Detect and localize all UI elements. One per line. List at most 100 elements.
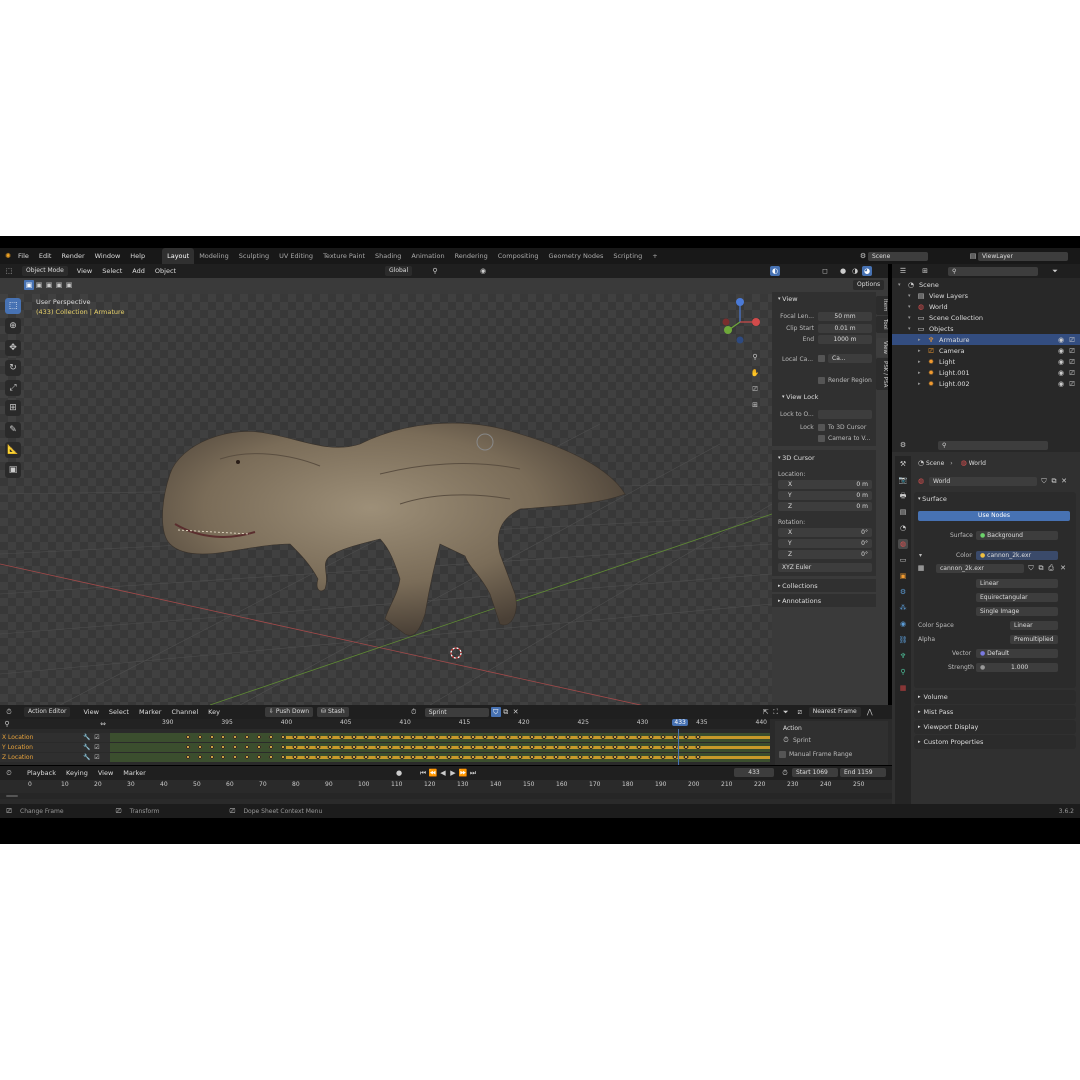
prev-keyframe-icon[interactable]: ⏪ [428, 768, 438, 778]
menu-file[interactable]: File [13, 248, 34, 264]
collection-tab-icon[interactable]: ▭ [898, 555, 908, 565]
expand-arrow-icon[interactable]: ▸ [918, 348, 926, 354]
cursor-location-x-field[interactable]: X 0 m [778, 480, 872, 489]
expand-arrow-icon[interactable]: ▸ [918, 381, 926, 387]
display-mode-icon[interactable]: ⊞ [920, 266, 930, 276]
sidebar-tab-tool[interactable]: Tool [876, 316, 888, 333]
timeline-ruler[interactable]: 0 10 20 30 40 50 60 70 80 90 100 110 120 130 140 150 160… [0, 781, 892, 791]
expand-arrow-icon[interactable]: ▸ [918, 370, 926, 376]
only-selected-icon[interactable]: ⇱ [761, 707, 771, 717]
expand-arrow-icon[interactable]: ▾ [908, 304, 916, 310]
tab-modeling[interactable]: Modeling [194, 248, 234, 264]
action-browse-icon[interactable]: ⏱ [409, 707, 419, 717]
channel-mute-checkbox-icon[interactable]: ☑ [92, 733, 102, 743]
channel-mute-checkbox-icon[interactable]: ☑ [92, 743, 102, 753]
keyframe[interactable] [196, 754, 203, 760]
expand-arrow-icon[interactable]: ▾ [908, 315, 916, 321]
keyframe[interactable] [196, 734, 203, 740]
viewport-area[interactable]: ⬚ Object Mode View Select Add Object Global… [0, 264, 888, 705]
render-region-checkbox[interactable] [818, 377, 825, 384]
scene-selector[interactable]: ⚙ Scene [858, 251, 928, 261]
outliner-item-objects[interactable]: ▾ ▭ Objects [892, 323, 1080, 334]
action-name-field[interactable]: Sprint [424, 707, 489, 717]
start-frame-field[interactable]: Start 1069 [792, 768, 838, 777]
image-open-icon[interactable]: ⎙ [1046, 563, 1056, 573]
show-hidden-icon[interactable]: ⛶ [771, 707, 781, 717]
keyframe[interactable] [232, 744, 239, 750]
action-unlink-icon[interactable]: ✕ [511, 707, 521, 717]
menu-help[interactable]: Help [125, 248, 150, 264]
scene-tab-icon[interactable]: ◔ [898, 523, 908, 533]
output-tab-icon[interactable]: 🖶 [898, 491, 908, 501]
menu-window[interactable]: Window [90, 248, 126, 264]
dopesheet-menu-key[interactable]: Key [203, 704, 225, 720]
outliner-item-light[interactable]: ▸ ✹ Light ◉ ⎚ [892, 356, 1080, 367]
constraints-tab-icon[interactable]: ⛓ [898, 635, 908, 645]
section-volume[interactable]: ▸ Volume [914, 690, 1076, 704]
overlay-icon[interactable]: ◐ [770, 266, 780, 276]
world-tab-icon[interactable]: ◍ [898, 539, 908, 549]
fcurve-modifier-icon[interactable]: 🔧 [82, 753, 92, 763]
tab-rendering[interactable]: Rendering [450, 248, 493, 264]
timeline-menu-keying[interactable]: Keying [61, 765, 93, 781]
preview-range-icon[interactable]: ⏱ [780, 768, 790, 778]
viewport-canvas[interactable] [0, 294, 772, 705]
tab-scripting[interactable]: Scripting [608, 248, 647, 264]
render-camera-icon[interactable]: ⎚ [1067, 379, 1077, 389]
timeline-editor-icon[interactable]: ⏲ [4, 768, 14, 778]
transform-tool-icon[interactable]: ⊞ [5, 400, 21, 416]
cursor-rotation-z-field[interactable]: Z 0° [778, 550, 872, 559]
collections-section[interactable]: ▸ Collections [772, 579, 876, 592]
unlink-icon[interactable]: ✕ [1059, 476, 1069, 486]
expand-arrow-icon[interactable]: ▾ [908, 293, 916, 299]
next-keyframe-icon[interactable]: ⏩ [458, 768, 468, 778]
material-shading-icon[interactable]: ◑ [850, 266, 860, 276]
keyframe[interactable] [268, 754, 274, 760]
cursor-header[interactable]: ▾ 3D Cursor [778, 454, 815, 462]
jump-end-icon[interactable]: ⏭ [468, 768, 478, 778]
keyframe[interactable] [208, 734, 215, 740]
timeline-scrollbar[interactable] [0, 793, 892, 799]
keyframe[interactable] [256, 744, 262, 750]
modifier-tab-icon[interactable]: ⚙ [898, 587, 908, 597]
tab-layout[interactable]: Layout [162, 248, 195, 264]
channel-row[interactable]: X Location 🔧 ☑ [0, 733, 110, 742]
world-name-field[interactable]: World [929, 476, 1037, 486]
render-camera-icon[interactable]: ⎚ [1067, 357, 1077, 367]
camera-view-icon[interactable]: ⎚ [750, 384, 760, 394]
object-mode-dropdown[interactable]: Object Mode [22, 266, 68, 276]
visibility-eye-icon[interactable]: ◉ [1056, 335, 1066, 345]
timeline-menu-marker[interactable]: Marker [118, 765, 150, 781]
pan-hand-icon[interactable]: ✋ [750, 368, 760, 378]
cursor-location-y-field[interactable]: Y 0 m [778, 491, 872, 500]
solid-shading-icon[interactable]: ● [838, 266, 848, 276]
keyframe[interactable] [220, 754, 227, 760]
keyframe[interactable] [208, 744, 215, 750]
color-texture-field[interactable]: ● cannon_2k.exr [976, 551, 1058, 560]
dopesheet-ruler[interactable]: ⚲ ⇔ 390 395 400 405 410 415 420 425 430 433 435 440 [0, 719, 770, 729]
timeline-menu-view[interactable]: View [93, 765, 118, 781]
keyframe[interactable] [279, 734, 286, 740]
outliner-item-light-001[interactable]: ▸ ✹ Light.001 ◉ ⎚ [892, 367, 1080, 378]
vector-field[interactable]: ● Default [976, 649, 1058, 658]
action-fake-user-icon[interactable]: ⛉ [490, 707, 501, 717]
current-frame-field[interactable]: 433 [734, 768, 774, 777]
expand-arrow-icon[interactable]: ▸ [918, 359, 926, 365]
tab--[interactable]: + [647, 248, 662, 264]
fake-user-icon[interactable]: ⛉ [1039, 476, 1049, 486]
select-box-icon[interactable]: ⬚ [5, 298, 21, 314]
tab-sculpting[interactable]: Sculpting [234, 248, 274, 264]
stash-button[interactable]: ⛁ Stash [317, 707, 349, 717]
surface-header[interactable]: ▾ Surface [918, 495, 947, 503]
proportional-ds-icon[interactable]: ⋀ [865, 707, 875, 717]
annotate-tool-icon[interactable]: ✎ [5, 422, 21, 438]
visibility-eye-icon[interactable]: ◉ [1056, 346, 1066, 356]
particles-tab-icon[interactable]: ⁂ [898, 603, 908, 613]
properties-search-field[interactable]: ⚲ [938, 440, 1048, 450]
local-camera-field[interactable]: Ca... [828, 354, 872, 363]
channel-mute-checkbox-icon[interactable]: ☑ [92, 753, 102, 763]
keyframe[interactable] [256, 734, 262, 740]
physics-tab-icon[interactable]: ◉ [898, 619, 908, 629]
menu-render[interactable]: Render [56, 248, 89, 264]
jump-start-icon[interactable]: ⏮ [418, 768, 428, 778]
